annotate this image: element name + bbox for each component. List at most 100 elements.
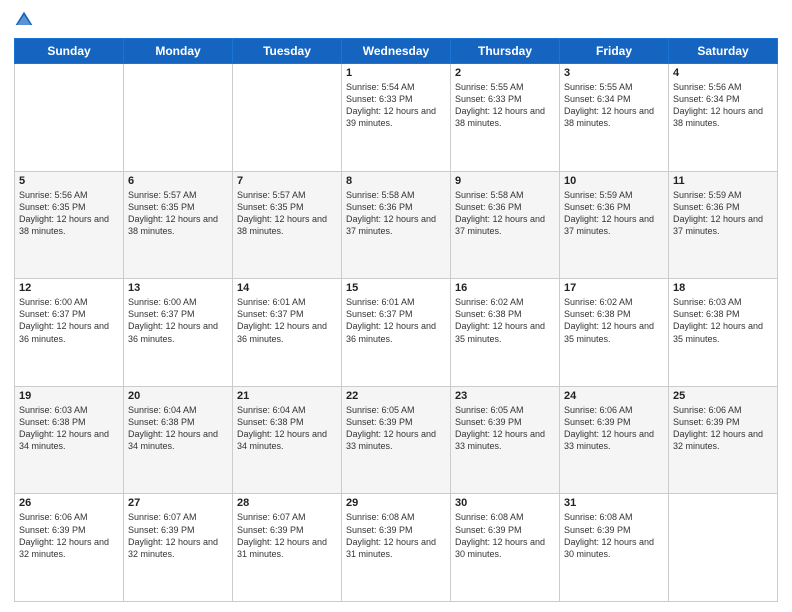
calendar-cell: 6 Sunrise: 5:57 AMSunset: 6:35 PMDaylight…: [124, 171, 233, 279]
day-number: 21: [237, 390, 337, 402]
day-info: Sunrise: 5:58 AMSunset: 6:36 PMDaylight:…: [455, 189, 555, 238]
weekday-header-sunday: Sunday: [15, 39, 124, 64]
day-number: 2: [455, 67, 555, 79]
day-info: Sunrise: 5:57 AMSunset: 6:35 PMDaylight:…: [237, 189, 337, 238]
day-number: 3: [564, 67, 664, 79]
day-info: Sunrise: 6:01 AMSunset: 6:37 PMDaylight:…: [346, 296, 446, 345]
day-number: 17: [564, 282, 664, 294]
day-info: Sunrise: 6:02 AMSunset: 6:38 PMDaylight:…: [455, 296, 555, 345]
day-number: 12: [19, 282, 119, 294]
calendar-cell: [669, 494, 778, 602]
weekday-header-saturday: Saturday: [669, 39, 778, 64]
day-info: Sunrise: 5:56 AMSunset: 6:34 PMDaylight:…: [673, 81, 773, 130]
weekday-header-wednesday: Wednesday: [342, 39, 451, 64]
calendar-cell: 18Sunrise: 6:03 AMSunset: 6:38 PMDayligh…: [669, 279, 778, 387]
day-number: 14: [237, 282, 337, 294]
calendar-cell: 19Sunrise: 6:03 AMSunset: 6:38 PMDayligh…: [15, 386, 124, 494]
calendar-cell: 30 Sunrise: 6:08 AMSunset: 6:39 PMDayligh…: [451, 494, 560, 602]
day-info: Sunrise: 5:55 AMSunset: 6:33 PMDaylight:…: [455, 81, 555, 130]
day-number: 25: [673, 390, 773, 402]
day-number: 15: [346, 282, 446, 294]
day-number: 10: [564, 175, 664, 187]
weekday-header-thursday: Thursday: [451, 39, 560, 64]
calendar-cell: 23 Sunrise: 6:05 AMSunset: 6:39 PMDayligh…: [451, 386, 560, 494]
day-info: Sunrise: 6:05 AMSunset: 6:39 PMDaylight:…: [346, 404, 446, 453]
calendar-cell: 11 Sunrise: 5:59 AMSunset: 6:36 PMDayligh…: [669, 171, 778, 279]
weekday-header-friday: Friday: [560, 39, 669, 64]
calendar-cell: 21 Sunrise: 6:04 AMSunset: 6:38 PMDayligh…: [233, 386, 342, 494]
day-info: Sunrise: 6:07 AMSunset: 6:39 PMDaylight:…: [128, 511, 228, 560]
calendar-cell: 10Sunrise: 5:59 AMSunset: 6:36 PMDayligh…: [560, 171, 669, 279]
day-info: Sunrise: 5:55 AMSunset: 6:34 PMDaylight:…: [564, 81, 664, 130]
day-number: 13: [128, 282, 228, 294]
week-row-2: 5Sunrise: 5:56 AMSunset: 6:35 PMDaylight…: [15, 171, 778, 279]
day-number: 1: [346, 67, 446, 79]
calendar-cell: 27 Sunrise: 6:07 AMSunset: 6:39 PMDayligh…: [124, 494, 233, 602]
week-row-1: 1 Sunrise: 5:54 AMSunset: 6:33 PMDaylight…: [15, 64, 778, 172]
day-info: Sunrise: 6:05 AMSunset: 6:39 PMDaylight:…: [455, 404, 555, 453]
day-info: Sunrise: 6:00 AMSunset: 6:37 PMDaylight:…: [19, 296, 119, 345]
day-info: Sunrise: 6:03 AMSunset: 6:38 PMDaylight:…: [673, 296, 773, 345]
day-number: 11: [673, 175, 773, 187]
day-info: Sunrise: 6:00 AMSunset: 6:37 PMDaylight:…: [128, 296, 228, 345]
day-info: Sunrise: 5:59 AMSunset: 6:36 PMDaylight:…: [673, 189, 773, 238]
day-info: Sunrise: 5:58 AMSunset: 6:36 PMDaylight:…: [346, 189, 446, 238]
calendar-cell: 4Sunrise: 5:56 AMSunset: 6:34 PMDaylight…: [669, 64, 778, 172]
calendar-cell: [233, 64, 342, 172]
logo: [14, 10, 38, 30]
week-row-3: 12 Sunrise: 6:00 AMSunset: 6:37 PMDayligh…: [15, 279, 778, 387]
day-info: Sunrise: 6:08 AMSunset: 6:39 PMDaylight:…: [455, 511, 555, 560]
day-info: Sunrise: 6:08 AMSunset: 6:39 PMDaylight:…: [346, 511, 446, 560]
day-info: Sunrise: 6:08 AMSunset: 6:39 PMDaylight:…: [564, 511, 664, 560]
calendar-header: SundayMondayTuesdayWednesdayThursdayFrid…: [15, 39, 778, 64]
day-info: Sunrise: 6:06 AMSunset: 6:39 PMDaylight:…: [564, 404, 664, 453]
calendar-cell: 28Sunrise: 6:07 AMSunset: 6:39 PMDayligh…: [233, 494, 342, 602]
day-info: Sunrise: 6:01 AMSunset: 6:37 PMDaylight:…: [237, 296, 337, 345]
calendar-cell: 31Sunrise: 6:08 AMSunset: 6:39 PMDayligh…: [560, 494, 669, 602]
calendar-cell: 16 Sunrise: 6:02 AMSunset: 6:38 PMDayligh…: [451, 279, 560, 387]
day-number: 6: [128, 175, 228, 187]
day-info: Sunrise: 6:06 AMSunset: 6:39 PMDaylight:…: [673, 404, 773, 453]
day-number: 19: [19, 390, 119, 402]
day-number: 27: [128, 497, 228, 509]
day-number: 20: [128, 390, 228, 402]
calendar-cell: 13 Sunrise: 6:00 AMSunset: 6:37 PMDayligh…: [124, 279, 233, 387]
weekday-header-tuesday: Tuesday: [233, 39, 342, 64]
calendar-cell: 29Sunrise: 6:08 AMSunset: 6:39 PMDayligh…: [342, 494, 451, 602]
day-info: Sunrise: 6:04 AMSunset: 6:38 PMDaylight:…: [128, 404, 228, 453]
calendar-cell: 2 Sunrise: 5:55 AMSunset: 6:33 PMDaylight…: [451, 64, 560, 172]
calendar-cell: 8 Sunrise: 5:58 AMSunset: 6:36 PMDaylight…: [342, 171, 451, 279]
calendar-cell: 9 Sunrise: 5:58 AMSunset: 6:36 PMDaylight…: [451, 171, 560, 279]
day-number: 8: [346, 175, 446, 187]
calendar-table: SundayMondayTuesdayWednesdayThursdayFrid…: [14, 38, 778, 602]
calendar-cell: [15, 64, 124, 172]
day-number: 23: [455, 390, 555, 402]
calendar-cell: 15 Sunrise: 6:01 AMSunset: 6:37 PMDayligh…: [342, 279, 451, 387]
day-number: 24: [564, 390, 664, 402]
day-number: 28: [237, 497, 337, 509]
day-number: 16: [455, 282, 555, 294]
day-info: Sunrise: 6:06 AMSunset: 6:39 PMDaylight:…: [19, 511, 119, 560]
day-info: Sunrise: 6:04 AMSunset: 6:38 PMDaylight:…: [237, 404, 337, 453]
day-number: 7: [237, 175, 337, 187]
day-info: Sunrise: 5:57 AMSunset: 6:35 PMDaylight:…: [128, 189, 228, 238]
calendar-cell: 24 Sunrise: 6:06 AMSunset: 6:39 PMDayligh…: [560, 386, 669, 494]
calendar-body: 1 Sunrise: 5:54 AMSunset: 6:33 PMDaylight…: [15, 64, 778, 602]
calendar-cell: 7 Sunrise: 5:57 AMSunset: 6:35 PMDaylight…: [233, 171, 342, 279]
calendar-cell: 20 Sunrise: 6:04 AMSunset: 6:38 PMDayligh…: [124, 386, 233, 494]
day-number: 30: [455, 497, 555, 509]
page: SundayMondayTuesdayWednesdayThursdayFrid…: [0, 0, 792, 612]
calendar-cell: 1 Sunrise: 5:54 AMSunset: 6:33 PMDaylight…: [342, 64, 451, 172]
calendar-cell: 5Sunrise: 5:56 AMSunset: 6:35 PMDaylight…: [15, 171, 124, 279]
day-number: 5: [19, 175, 119, 187]
weekday-row: SundayMondayTuesdayWednesdayThursdayFrid…: [15, 39, 778, 64]
day-info: Sunrise: 6:02 AMSunset: 6:38 PMDaylight:…: [564, 296, 664, 345]
calendar-cell: 17 Sunrise: 6:02 AMSunset: 6:38 PMDayligh…: [560, 279, 669, 387]
calendar-cell: 14 Sunrise: 6:01 AMSunset: 6:37 PMDayligh…: [233, 279, 342, 387]
weekday-header-monday: Monday: [124, 39, 233, 64]
week-row-4: 19Sunrise: 6:03 AMSunset: 6:38 PMDayligh…: [15, 386, 778, 494]
day-number: 9: [455, 175, 555, 187]
calendar-cell: 25 Sunrise: 6:06 AMSunset: 6:39 PMDayligh…: [669, 386, 778, 494]
day-info: Sunrise: 5:54 AMSunset: 6:33 PMDaylight:…: [346, 81, 446, 130]
day-number: 22: [346, 390, 446, 402]
